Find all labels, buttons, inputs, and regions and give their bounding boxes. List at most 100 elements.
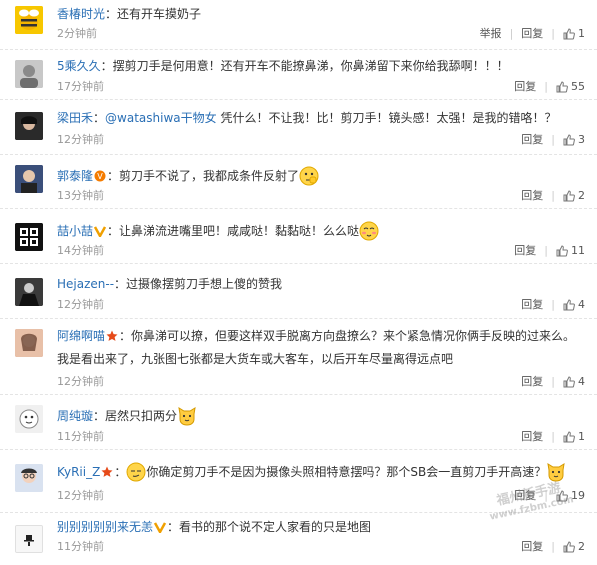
comment-text: ：还有开车摸奶子 xyxy=(105,7,202,21)
avatar[interactable] xyxy=(15,223,43,251)
comment-text: ：居然只扣两分 xyxy=(93,409,178,423)
report-button[interactable]: 举报 xyxy=(480,27,502,41)
like-count: 4 xyxy=(578,298,585,311)
smug-emoji-icon xyxy=(126,462,146,482)
cat-emoji-icon xyxy=(178,407,196,426)
like-button[interactable]: 2 xyxy=(563,189,585,203)
comment-item: KyRii_Z ： 你确定剪刀手不是因为摄像头照相特意摆吗？那个SB会一直剪刀手开高… xyxy=(0,450,597,513)
timestamp: 14分钟前 xyxy=(57,244,104,257)
thumbs-up-icon xyxy=(556,490,568,502)
thumbs-up-icon xyxy=(556,245,568,257)
like-button[interactable]: 1 xyxy=(563,430,585,444)
like-count: 55 xyxy=(571,80,585,93)
avatar[interactable] xyxy=(15,165,43,193)
comment-text-line2: 我是看出来了，九张图七张都是大货车或大客车，以后开车尽量离得远点吧 xyxy=(57,352,454,366)
blush-emoji-icon xyxy=(359,221,379,241)
vip-badge-icon: V xyxy=(94,170,106,182)
username[interactable]: 阿绵啊喵 xyxy=(57,329,105,343)
timestamp: 12分钟前 xyxy=(57,375,104,388)
user-photo-icon xyxy=(15,112,43,140)
like-button[interactable]: 1 xyxy=(563,27,585,41)
comment-text: 你确定剪刀手不是因为摄像头照相特意摆吗？那个SB会一直剪刀手开高速？ xyxy=(146,465,547,479)
like-button[interactable]: 19 xyxy=(556,489,585,503)
thinking-emoji-icon xyxy=(299,166,319,186)
like-count: 2 xyxy=(578,189,585,202)
reply-button[interactable]: 回复 xyxy=(521,298,543,312)
thumbs-up-icon xyxy=(563,541,575,553)
comment-item: 别别别别别来无恙 ：看书的那个说不定人家看的只是地图 11分钟前 回复 | 2 xyxy=(0,513,597,565)
reply-button[interactable]: 回复 xyxy=(521,27,543,41)
svg-text:V: V xyxy=(97,172,103,181)
timestamp: 12分钟前 xyxy=(57,298,104,311)
comment-text-prefix: ： xyxy=(93,111,106,125)
avatar[interactable] xyxy=(15,60,43,88)
thumbs-up-icon xyxy=(556,81,568,93)
cat-emoji-icon xyxy=(547,463,565,482)
username[interactable]: 周纯璇 xyxy=(57,409,93,423)
username[interactable]: 郭泰隆 xyxy=(57,169,93,183)
like-button[interactable]: 4 xyxy=(563,298,585,312)
hat-avatar-icon xyxy=(16,526,42,552)
star-badge-icon xyxy=(101,466,113,477)
avatar[interactable] xyxy=(15,6,43,34)
avatar[interactable] xyxy=(15,112,43,140)
username[interactable]: KyRii_Z xyxy=(57,465,100,479)
like-button[interactable]: 11 xyxy=(556,244,585,258)
thumbs-up-icon xyxy=(563,299,575,311)
reply-button[interactable]: 回复 xyxy=(521,540,543,554)
comment-item: Hejazen--：过摄像摆剪刀手想上傻的赞我 12分钟前 回复 | 4 xyxy=(0,264,597,319)
mention-link[interactable]: @watashiwa干物女 xyxy=(105,111,217,125)
thumbs-up-icon xyxy=(563,431,575,443)
user-photo-icon xyxy=(15,329,43,357)
reply-button[interactable]: 回复 xyxy=(521,430,543,444)
verified-v-icon xyxy=(94,226,107,237)
username[interactable]: 5乘久久 xyxy=(57,59,101,73)
like-count: 4 xyxy=(578,375,585,388)
like-button[interactable]: 55 xyxy=(556,80,585,94)
reply-button[interactable]: 回复 xyxy=(521,133,543,147)
avatar[interactable] xyxy=(15,464,43,492)
username[interactable]: Hejazen-- xyxy=(57,277,114,291)
avatar[interactable] xyxy=(15,525,43,553)
thumbs-up-icon xyxy=(563,134,575,146)
like-count: 3 xyxy=(578,133,585,146)
reply-button[interactable]: 回复 xyxy=(514,80,536,94)
timestamp: 13分钟前 xyxy=(57,189,104,202)
thumbs-up-icon xyxy=(563,376,575,388)
thumbs-up-icon xyxy=(563,28,575,40)
timestamp: 17分钟前 xyxy=(57,80,104,93)
reply-button[interactable]: 回复 xyxy=(521,375,543,389)
comment-text: ：让鼻涕流进嘴里吧！咸咸哒！黏黏哒！么么哒 xyxy=(107,224,360,238)
timestamp: 2分钟前 xyxy=(57,27,97,40)
like-count: 1 xyxy=(578,27,585,40)
bee-avatar-icon xyxy=(15,6,43,34)
like-button[interactable]: 2 xyxy=(563,540,585,554)
username[interactable]: 喆小喆 xyxy=(57,224,93,238)
thumbs-up-icon xyxy=(563,190,575,202)
username[interactable]: 别别别别别来无恙 xyxy=(57,520,153,534)
reply-button[interactable]: 回复 xyxy=(514,244,536,258)
like-button[interactable]: 4 xyxy=(563,375,585,389)
like-count: 11 xyxy=(571,244,585,257)
comment-text: 凭什么！不让我！比！剪刀手！镜头感！太强！是我的错咯！？ xyxy=(216,111,557,125)
comment-text-prefix: ： xyxy=(114,465,127,479)
like-button[interactable]: 3 xyxy=(563,133,585,147)
username[interactable]: 梁田禾 xyxy=(57,111,93,125)
user-photo-icon xyxy=(15,60,43,88)
like-count: 2 xyxy=(578,540,585,553)
avatar[interactable] xyxy=(15,405,43,433)
avatar[interactable] xyxy=(15,278,43,306)
logo-avatar-icon xyxy=(15,223,43,251)
timestamp: 12分钟前 xyxy=(57,489,104,502)
comment-text: ：看书的那个说不定人家看的只是地图 xyxy=(167,520,372,534)
like-count: 1 xyxy=(578,430,585,443)
comment-text: ：剪刀手不说了，我都成条件反射了 xyxy=(107,169,300,183)
comment-text: ：你鼻涕可以撩，但要这样双手脱离方向盘撩么？来个紧急情况你俩手反映的过来么。 xyxy=(119,329,576,343)
comment-item: 5乘久久：摆剪刀手是何用意！还有开车不能撩鼻涕，你鼻涕留下来你给我舔啊！！！ 1… xyxy=(0,50,597,100)
comment-item: 喆小喆 ：让鼻涕流进嘴里吧！咸咸哒！黏黏哒！么么哒 14分钟前 回复 | 11 xyxy=(0,209,597,264)
reply-button[interactable]: 回复 xyxy=(514,489,536,503)
avatar[interactable] xyxy=(15,329,43,357)
reply-button[interactable]: 回复 xyxy=(521,189,543,203)
username[interactable]: 香椿时光 xyxy=(57,7,105,21)
verified-v-icon xyxy=(154,522,167,533)
